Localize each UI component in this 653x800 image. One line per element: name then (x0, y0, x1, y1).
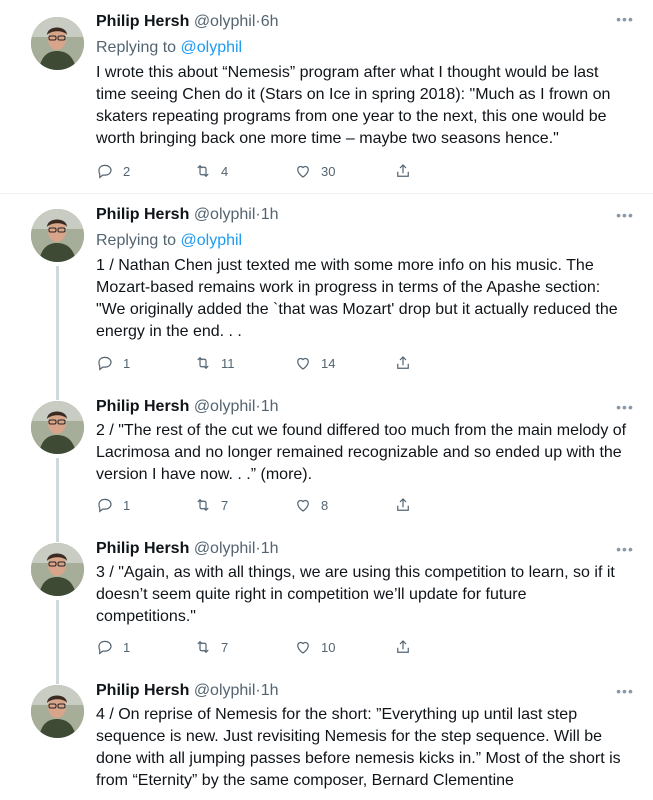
retweet-count: 7 (221, 497, 229, 513)
heart-icon (297, 165, 309, 178)
avatar[interactable] (31, 401, 84, 454)
timestamp[interactable]: 1h (261, 398, 279, 415)
reply-count: 1 (123, 355, 131, 371)
like-count: 8 (321, 497, 329, 513)
share-icon (397, 640, 409, 653)
avatar-photo-icon (31, 685, 84, 738)
like-count: 10 (321, 639, 336, 655)
share-icon (397, 498, 409, 511)
retweet-button[interactable]: 11 (194, 353, 235, 373)
retweet-count: 4 (221, 163, 229, 179)
reply-count: 1 (123, 639, 131, 655)
replying-to: Replying to @olyphil (96, 230, 629, 252)
share-button[interactable] (394, 353, 412, 373)
heart-icon (297, 357, 309, 370)
like-button[interactable]: 10 (294, 637, 335, 657)
retweet-icon (197, 640, 209, 654)
replying-to-label: Replying to (96, 39, 181, 56)
tweet-text: 2 / "The rest of the cut we found differ… (96, 422, 627, 483)
reply-icon (98, 356, 112, 371)
retweet-icon (197, 164, 209, 178)
reply-button[interactable]: 1 (96, 637, 130, 657)
reply-icon (98, 498, 112, 513)
tweet-actions: 1 7 10 (96, 637, 426, 657)
retweet-icon (197, 498, 209, 512)
tweet-text: 3 / "Again, as with all things, we are u… (96, 564, 615, 625)
tweet[interactable]: ••• Philip Hersh @olyphil·1h 3 / "Again,… (0, 528, 653, 670)
avatar[interactable] (31, 685, 84, 738)
timestamp[interactable]: 1h (261, 540, 279, 557)
replying-to-handle[interactable]: @olyphil (181, 39, 243, 56)
author-handle[interactable]: @olyphil (194, 13, 256, 30)
like-button[interactable]: 8 (294, 495, 328, 515)
avatar[interactable] (31, 17, 84, 70)
heart-icon (297, 499, 309, 512)
timestamp[interactable]: 1h (261, 682, 279, 699)
reply-button[interactable]: 1 (96, 495, 130, 515)
retweet-icon (197, 356, 209, 370)
author-name[interactable]: Philip Hersh (96, 13, 189, 30)
timestamp[interactable]: 6h (261, 13, 279, 30)
author-handle[interactable]: @olyphil (194, 540, 256, 557)
retweet-count: 11 (221, 355, 235, 371)
like-button[interactable]: 14 (294, 353, 335, 373)
reply-icon (98, 164, 112, 179)
reply-count: 2 (123, 163, 131, 179)
tweet-actions: 1 11 14 (96, 353, 426, 373)
reply-button[interactable]: 2 (96, 161, 130, 181)
replying-to-handle[interactable]: @olyphil (181, 232, 243, 249)
like-count: 14 (321, 355, 336, 371)
like-count: 30 (321, 163, 336, 179)
reply-button[interactable]: 1 (96, 353, 130, 373)
timestamp[interactable]: 1h (261, 206, 279, 223)
share-icon (397, 164, 409, 177)
tweet-text: I wrote this about “Nemesis” program aft… (96, 64, 611, 147)
avatar-photo-icon (31, 401, 84, 454)
retweet-button[interactable]: 7 (194, 495, 228, 515)
avatar-photo-icon (31, 543, 84, 596)
tweet[interactable]: ••• Philip Hersh @olyphil·1h 4 / On repr… (0, 670, 653, 800)
tweet-actions: 1 7 8 (96, 495, 426, 515)
author-handle[interactable]: @olyphil (194, 682, 256, 699)
author-handle[interactable]: @olyphil (194, 398, 256, 415)
like-button[interactable]: 30 (294, 161, 335, 181)
heart-icon (297, 641, 309, 654)
avatar-photo-icon (31, 209, 84, 262)
avatar[interactable] (31, 209, 84, 262)
replying-to-label: Replying to (96, 232, 181, 249)
retweet-button[interactable]: 7 (194, 637, 228, 657)
share-button[interactable] (394, 495, 412, 515)
share-button[interactable] (394, 637, 412, 657)
tweet[interactable]: ••• Philip Hersh @olyphil·1h 2 / "The re… (0, 386, 653, 528)
tweet-actions: 2 4 30 (96, 161, 426, 181)
avatar-photo-icon (31, 17, 84, 70)
tweet[interactable]: ••• Philip Hersh @olyphil·6h Replying to… (0, 0, 653, 193)
author-name[interactable]: Philip Hersh (96, 398, 189, 415)
tweet-text: 1 / Nathan Chen just texted me with some… (96, 257, 618, 340)
retweet-count: 7 (221, 639, 229, 655)
tweet-text: 4 / On reprise of Nemesis for the short:… (96, 706, 621, 789)
reply-count: 1 (123, 497, 131, 513)
retweet-button[interactable]: 4 (194, 161, 228, 181)
author-name[interactable]: Philip Hersh (96, 682, 189, 699)
author-handle[interactable]: @olyphil (194, 206, 256, 223)
author-name[interactable]: Philip Hersh (96, 206, 189, 223)
avatar[interactable] (31, 543, 84, 596)
reply-icon (98, 640, 112, 655)
tweet[interactable]: ••• Philip Hersh @olyphil·1h Replying to… (0, 194, 653, 386)
share-button[interactable] (394, 161, 412, 181)
share-icon (397, 356, 409, 369)
replying-to: Replying to @olyphil (96, 37, 629, 59)
author-name[interactable]: Philip Hersh (96, 540, 189, 557)
